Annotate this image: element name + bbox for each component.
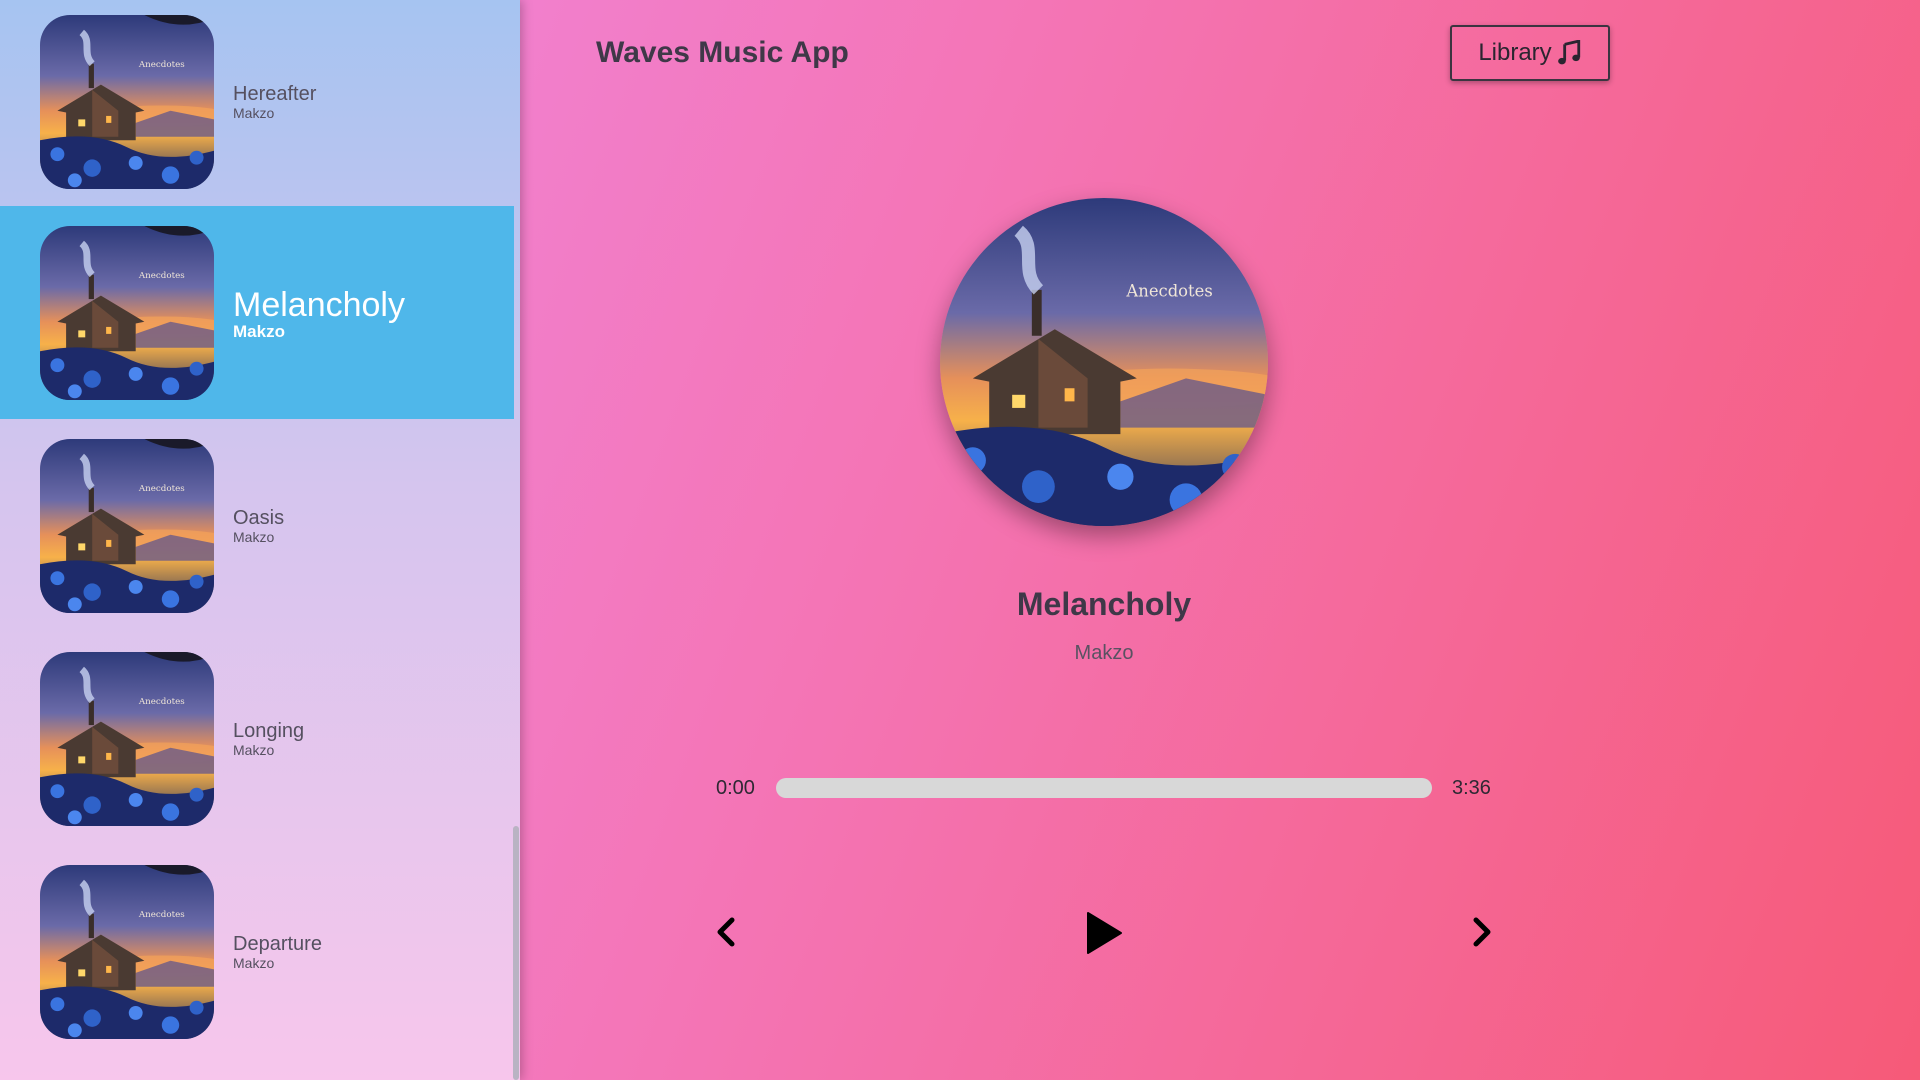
library-song-item[interactable]: Departure Makzo — [0, 845, 514, 1058]
song-cover-thumbnail — [40, 652, 214, 826]
now-playing-title: Melancholy — [1016, 586, 1192, 622]
music-note-icon — [1557, 40, 1580, 65]
next-button[interactable] — [1470, 916, 1494, 948]
library-panel: Hereafter Makzo Melancholy Makzo Oasis M… — [0, 0, 520, 1080]
previous-button[interactable] — [714, 916, 738, 948]
chevron-left-icon — [717, 917, 735, 947]
chevron-right-icon — [1473, 917, 1491, 947]
current-time: 0:00 — [716, 777, 755, 799]
progress-track[interactable] — [776, 778, 1432, 798]
library-song-item-active[interactable]: Melancholy Makzo — [0, 206, 514, 419]
app-title: Waves Music App — [596, 36, 849, 69]
song-name: Departure — [233, 932, 322, 955]
library-song-item[interactable]: Longing Makzo — [0, 632, 514, 845]
song-artist: Makzo — [233, 741, 275, 758]
duration-time: 3:36 — [1452, 777, 1491, 799]
library-scrollbar[interactable] — [513, 826, 519, 1080]
song-cover-thumbnail — [40, 15, 214, 189]
song-name: Hereafter — [233, 82, 317, 105]
song-artist: Makzo — [233, 954, 275, 971]
song-cover-thumbnail — [40, 226, 214, 400]
play-icon — [1087, 912, 1122, 954]
song-cover-thumbnail — [40, 439, 214, 613]
song-name: Oasis — [233, 506, 285, 529]
album-cover — [940, 198, 1268, 526]
library-toggle-button[interactable]: Library — [1450, 25, 1610, 81]
now-playing-artist: Makzo — [1074, 642, 1134, 664]
song-cover-thumbnail — [40, 865, 214, 1039]
song-name: Longing — [233, 719, 305, 742]
song-artist: Makzo — [233, 321, 285, 341]
library-song-item[interactable]: Hereafter Makzo — [0, 0, 514, 208]
song-name: Melancholy — [233, 285, 405, 324]
play-button[interactable] — [1084, 910, 1124, 956]
song-artist: Makzo — [233, 528, 275, 545]
song-artist: Makzo — [233, 104, 275, 121]
library-song-item[interactable]: Oasis Makzo — [0, 419, 514, 632]
library-button-label: Library — [1478, 39, 1552, 66]
